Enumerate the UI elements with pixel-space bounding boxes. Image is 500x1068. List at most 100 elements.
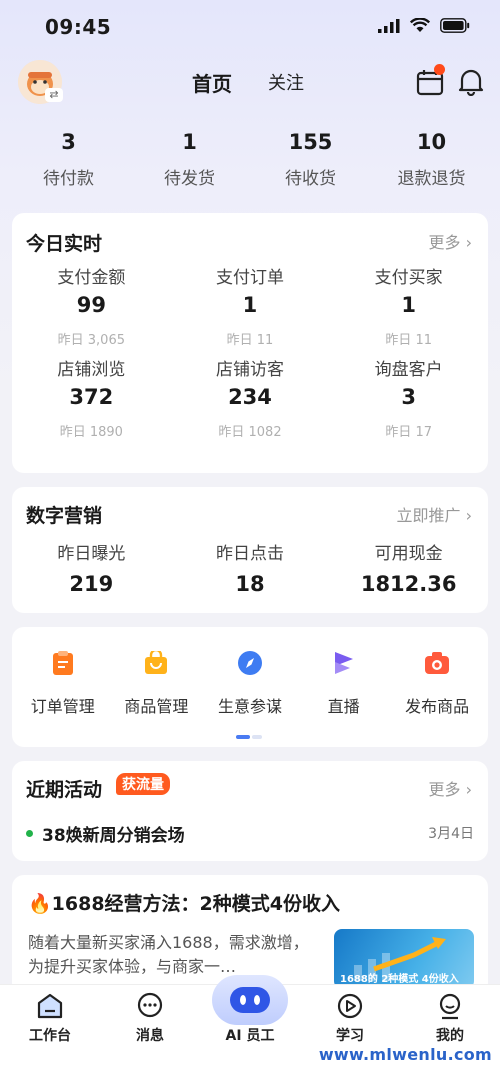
tool-publish-product[interactable]: 发布商品	[392, 649, 482, 717]
realtime-cell[interactable]: 店铺访客 234 昨日 1082	[171, 355, 330, 441]
activity-text: 38焕新周分销会场	[42, 826, 185, 846]
page-indicator-inactive	[252, 735, 262, 739]
nav-workbench[interactable]: 工作台	[10, 991, 90, 1045]
realtime-cell[interactable]: 店铺浏览 372 昨日 1890	[12, 355, 171, 441]
activity-dot	[26, 830, 33, 837]
realtime-cell[interactable]: 支付订单 1 昨日 11	[171, 263, 330, 349]
order-stat-pending-payment[interactable]: 3 待付款	[8, 130, 129, 189]
order-stat-label: 退款退货	[397, 169, 466, 189]
realtime-yesterday: 昨日 11	[385, 333, 432, 348]
realtime-label: 支付订单	[215, 268, 284, 288]
status-icons	[378, 18, 470, 33]
wifi-icon	[410, 18, 430, 32]
realtime-label: 支付买家	[374, 268, 443, 288]
realtime-yesterday: 昨日 17	[385, 425, 432, 440]
realtime-value: 234	[228, 385, 272, 409]
more-label: 更多	[428, 780, 461, 799]
notification-dot	[434, 64, 445, 75]
message-icon	[135, 991, 165, 1021]
chevron-right-icon: ›	[465, 780, 472, 799]
realtime-cell[interactable]: 支付金额 99 昨日 3,065	[12, 263, 171, 349]
realtime-label: 支付金额	[57, 268, 126, 288]
marketing-title: 数字营销	[26, 505, 103, 527]
order-stat-value: 10	[416, 130, 447, 154]
realtime-value: 99	[76, 293, 106, 317]
realtime-more-link[interactable]: 更多 ›	[428, 229, 472, 253]
status-time: 09:45	[45, 15, 112, 39]
tool-label: 发布商品	[405, 697, 470, 716]
marketing-label: 昨日点击	[215, 544, 284, 564]
realtime-yesterday: 昨日 1082	[218, 425, 282, 440]
tab-home[interactable]: 首页	[192, 68, 232, 97]
ai-robot-icon[interactable]	[212, 975, 288, 1025]
article-body: 随着大量新买家涌入1688，需求激增，为提升买家体验，与商家一…	[28, 933, 309, 976]
order-stat-value: 3	[61, 130, 76, 154]
order-stat-pending-shipment[interactable]: 1 待发货	[129, 130, 250, 189]
article-title: 🔥1688经营方法：2种模式4份收入	[28, 889, 340, 916]
marketing-cell[interactable]: 昨日点击 18	[171, 539, 330, 596]
battery-icon	[440, 18, 470, 33]
marketing-label: 昨日曝光	[57, 544, 126, 564]
promote-link[interactable]: 立即推广 ›	[396, 502, 472, 526]
realtime-value: 1	[242, 293, 258, 317]
nav-label: 我的	[436, 1028, 464, 1044]
switch-account-icon[interactable]: ⇄	[45, 88, 63, 102]
marketing-label: 可用现金	[374, 544, 443, 564]
status-bar: 09:45	[0, 0, 500, 56]
marketing-cell[interactable]: 昨日曝光 219	[12, 539, 171, 596]
realtime-cell[interactable]: 询盘客户 3 昨日 17	[329, 355, 488, 441]
thumbnail-caption: 1688的 2种模式 4份收入	[340, 974, 459, 985]
nav-learning[interactable]: 学习	[310, 991, 390, 1045]
order-icon	[49, 649, 77, 677]
nav-label: 工作台	[29, 1028, 71, 1044]
header: ⇄ 首页 关注	[0, 56, 500, 108]
order-stat-value: 1	[182, 130, 197, 154]
more-label: 更多	[428, 233, 461, 252]
camera-icon	[423, 649, 451, 677]
article-title-text: 1688经营方法：2种模式4份收入	[51, 893, 340, 915]
nav-ai-staff[interactable]: AI 员工	[210, 1025, 290, 1045]
tool-live[interactable]: 直播	[299, 649, 389, 717]
nav-label: 消息	[136, 1028, 164, 1044]
tab-follow[interactable]: 关注	[268, 69, 304, 95]
activities-card: 近期活动 获流量 更多 › 38焕新周分销会场 3月4日	[12, 761, 488, 861]
article-thumbnail: 1688的 2种模式 4份收入	[334, 929, 474, 989]
tool-order-management[interactable]: 订单管理	[18, 649, 108, 717]
realtime-label: 店铺访客	[215, 360, 284, 380]
activity-item[interactable]: 38焕新周分销会场	[26, 821, 185, 846]
order-stats: 3 待付款 1 待发货 155 待收货 10 退款退货	[8, 130, 492, 189]
realtime-value: 3	[401, 385, 416, 409]
marketing-card: 数字营销 立即推广 › 昨日曝光 219 昨日点击 18 可用现金 1812.3…	[12, 487, 488, 613]
bell-icon[interactable]	[458, 68, 484, 96]
nav-profile[interactable]: 我的	[410, 991, 490, 1045]
tool-label: 订单管理	[30, 697, 95, 716]
marketing-cell[interactable]: 可用现金 1812.36	[329, 539, 488, 596]
activity-date: 3月4日	[428, 826, 474, 842]
signal-icon	[378, 18, 400, 33]
order-stat-label: 待付款	[43, 169, 94, 189]
order-stat-refunds[interactable]: 10 退款退货	[371, 130, 492, 189]
realtime-card: 今日实时 更多 › 支付金额 99 昨日 3,065 支付订单 1 昨日 11 …	[12, 213, 488, 473]
promote-label: 立即推广	[396, 506, 461, 525]
realtime-value: 1	[401, 293, 416, 317]
activities-more-link[interactable]: 更多 ›	[428, 776, 472, 800]
realtime-cell[interactable]: 支付买家 1 昨日 11	[329, 263, 488, 349]
watermark: www.mlwenlu.com	[318, 1045, 492, 1064]
realtime-title: 今日实时	[26, 233, 103, 255]
tool-label: 商品管理	[124, 697, 189, 716]
page-indicator	[236, 735, 264, 739]
shopping-bag-icon	[142, 649, 170, 677]
realtime-label: 询盘客户	[374, 360, 443, 380]
fire-icon: 🔥	[28, 893, 52, 915]
realtime-yesterday: 昨日 11	[226, 333, 274, 348]
order-stat-pending-receipt[interactable]: 155 待收货	[250, 130, 371, 189]
activities-title: 近期活动	[26, 779, 103, 801]
play-icon	[335, 991, 365, 1021]
nav-messages[interactable]: 消息	[110, 991, 190, 1045]
tool-business-advisor[interactable]: 生意参谋	[205, 649, 295, 717]
marketing-value: 1812.36	[360, 572, 457, 596]
tool-label: 直播	[327, 697, 360, 716]
marketing-value: 219	[69, 572, 114, 596]
realtime-label: 店铺浏览	[57, 360, 126, 380]
tool-product-management[interactable]: 商品管理	[111, 649, 201, 717]
